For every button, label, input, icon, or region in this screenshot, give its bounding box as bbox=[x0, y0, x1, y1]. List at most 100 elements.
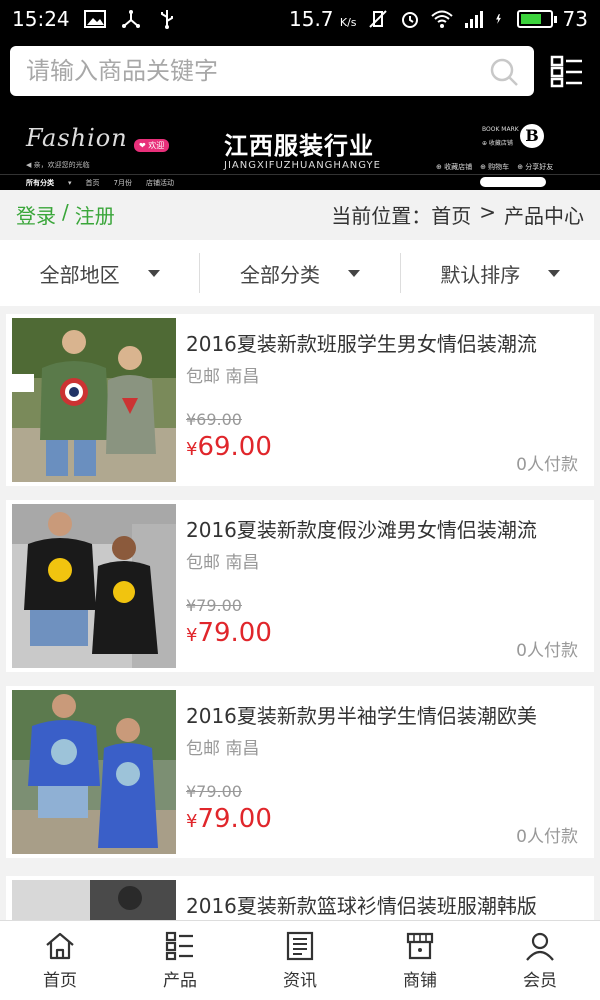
vibrate-off-icon bbox=[368, 10, 387, 28]
nav-item-products[interactable]: 产品 bbox=[120, 921, 240, 1000]
share-network-icon bbox=[121, 10, 140, 28]
banner-search-field bbox=[480, 177, 546, 187]
auth-separator: / bbox=[62, 199, 69, 224]
search-header bbox=[0, 38, 600, 104]
battery-icon bbox=[516, 10, 557, 28]
banner-slogan: ◀ 亲，欢迎您的光临 bbox=[26, 161, 90, 169]
product-original-price: ¥79.00 bbox=[186, 596, 242, 615]
product-price: ¥69.00 bbox=[186, 432, 272, 462]
breadcrumb-current: 产品中心 bbox=[504, 203, 584, 228]
status-bar: 15:24 15.7 K/s 73 bbox=[0, 0, 600, 38]
product-price-value: 79.00 bbox=[197, 804, 272, 834]
product-title[interactable]: 2016夏装新款度假沙滩男女情侣装潮流 bbox=[186, 514, 582, 543]
nav-label: 产品 bbox=[163, 971, 197, 991]
search-icon[interactable] bbox=[488, 56, 520, 88]
banner-nav-item[interactable]: 店铺活动 bbox=[146, 178, 174, 188]
product-location: 包邮 南昌 bbox=[186, 739, 260, 759]
nav-label: 会员 bbox=[523, 971, 557, 991]
product-card[interactable]: 2016夏装新款班服学生男女情侣装潮流 包邮 南昌 ¥69.00 ¥69.00 … bbox=[6, 314, 594, 486]
search-input[interactable] bbox=[10, 46, 470, 96]
wifi-icon bbox=[430, 10, 453, 28]
caret-down-icon bbox=[147, 269, 160, 277]
network-speed: 15.7 bbox=[289, 7, 334, 31]
filter-label: 全部地区 bbox=[39, 262, 120, 287]
banner-tag: ❤ 欢迎 bbox=[134, 139, 170, 152]
filter-sort-dropdown[interactable]: 默认排序 bbox=[399, 253, 600, 293]
bottom-nav: 首页 产品 资讯 商铺 会员 bbox=[0, 920, 600, 1000]
category-menu-icon[interactable] bbox=[550, 54, 584, 88]
banner-nav-item[interactable]: 7月份 bbox=[114, 178, 132, 188]
currency-symbol: ¥ bbox=[186, 439, 198, 460]
banner-link[interactable]: ⊕ 购物车 bbox=[480, 162, 509, 172]
status-time: 15:24 bbox=[12, 7, 70, 31]
breadcrumb-label: 当前位置： bbox=[331, 203, 432, 228]
alarm-icon bbox=[401, 12, 418, 28]
product-original-price: ¥69.00 bbox=[186, 410, 242, 429]
product-original-price: ¥79.00 bbox=[186, 782, 242, 801]
product-sold-count: 0人付款 bbox=[516, 827, 578, 847]
filter-bar: 全部地区 全部分类 默认排序 bbox=[0, 240, 600, 306]
breadcrumb-separator: > bbox=[479, 199, 496, 224]
product-image[interactable] bbox=[12, 504, 176, 668]
network-speed-unit: K/s bbox=[339, 16, 357, 29]
signal-4g-icon bbox=[464, 11, 483, 28]
nav-label: 首页 bbox=[43, 971, 77, 991]
bookmark-sub-label: ⊕ 收藏店铺 bbox=[482, 140, 513, 147]
login-breadcrumb-row: 登录 / 注册 当前位置： 首页 > 产品中心 bbox=[0, 190, 600, 238]
product-price-value: 69.00 bbox=[197, 432, 272, 462]
product-title[interactable]: 2016夏装新款男半袖学生情侣装潮欧美 bbox=[186, 700, 582, 729]
breadcrumb: 当前位置： 首页 > 产品中心 bbox=[331, 200, 584, 229]
currency-symbol: ¥ bbox=[186, 811, 198, 832]
shop-banner[interactable]: Fashion ❤ 欢迎 ◀ 亲，欢迎您的光临 江西服装行业 JIANGXIFU… bbox=[0, 104, 600, 190]
product-location: 包邮 南昌 bbox=[186, 553, 260, 573]
user-icon bbox=[526, 932, 554, 961]
usb-icon bbox=[160, 10, 173, 29]
nav-item-shops[interactable]: 商铺 bbox=[360, 921, 480, 1000]
filter-label: 默认排序 bbox=[440, 262, 521, 287]
product-price: ¥79.00 bbox=[186, 618, 272, 648]
nav-item-home[interactable]: 首页 bbox=[0, 921, 120, 1000]
caret-down-icon bbox=[347, 269, 360, 277]
product-sold-count: 0人付款 bbox=[516, 455, 578, 475]
filter-category-dropdown[interactable]: 全部分类 bbox=[199, 253, 399, 293]
product-sold-count: 0人付款 bbox=[516, 641, 578, 661]
bookmark-b-logo: B bbox=[520, 124, 544, 148]
filter-label: 全部分类 bbox=[239, 262, 320, 287]
banner-nav-item[interactable]: 首页 bbox=[86, 178, 100, 188]
product-title[interactable]: 2016夏装新款班服学生男女情侣装潮流 bbox=[186, 328, 582, 357]
search-box bbox=[10, 46, 534, 96]
product-image[interactable] bbox=[12, 690, 176, 854]
product-location: 包邮 南昌 bbox=[186, 367, 260, 387]
charging-icon bbox=[495, 14, 501, 24]
battery-level: 73 bbox=[562, 7, 588, 31]
product-price-value: 79.00 bbox=[197, 618, 272, 648]
login-link[interactable]: 登录 bbox=[16, 200, 56, 229]
currency-symbol: ¥ bbox=[186, 625, 198, 646]
nav-label: 商铺 bbox=[403, 971, 437, 991]
filter-region-dropdown[interactable]: 全部地区 bbox=[0, 253, 199, 293]
list-icon bbox=[165, 931, 193, 961]
register-link[interactable]: 注册 bbox=[75, 200, 115, 229]
product-price: ¥79.00 bbox=[186, 804, 272, 834]
banner-pinyin: JIANGXIFUZHUANGHANGYE bbox=[224, 160, 381, 171]
product-title[interactable]: 2016夏装新款篮球衫情侣装班服潮韩版 bbox=[186, 890, 582, 919]
nav-item-news[interactable]: 资讯 bbox=[240, 921, 360, 1000]
image-icon bbox=[83, 10, 106, 28]
nav-item-member[interactable]: 会员 bbox=[480, 921, 600, 1000]
banner-brand: Fashion bbox=[26, 124, 128, 152]
banner-title: 江西服装行业 bbox=[224, 132, 374, 160]
news-icon bbox=[286, 931, 314, 961]
bookmark-label: BOOK MARK bbox=[482, 126, 519, 133]
product-card[interactable]: 2016夏装新款男半袖学生情侣装潮欧美 包邮 南昌 ¥79.00 ¥79.00 … bbox=[6, 686, 594, 858]
banner-nav-item[interactable]: 所有分类 bbox=[26, 178, 54, 188]
banner-link[interactable]: ⊕ 分享好友 bbox=[517, 162, 553, 172]
product-card[interactable]: 2016夏装新款度假沙滩男女情侣装潮流 包邮 南昌 ¥79.00 ¥79.00 … bbox=[6, 500, 594, 672]
banner-link[interactable]: ⊕ 收藏店铺 bbox=[436, 162, 472, 172]
shop-icon bbox=[406, 932, 434, 960]
chevron-down-icon: ▾ bbox=[68, 178, 72, 187]
auth-links: 登录 / 注册 bbox=[16, 200, 115, 229]
banner-links: ⊕ 收藏店铺 ⊕ 购物车 ⊕ 分享好友 bbox=[436, 162, 553, 172]
breadcrumb-home[interactable]: 首页 bbox=[431, 200, 471, 229]
nav-label: 资讯 bbox=[283, 971, 317, 991]
product-image[interactable] bbox=[12, 318, 176, 482]
